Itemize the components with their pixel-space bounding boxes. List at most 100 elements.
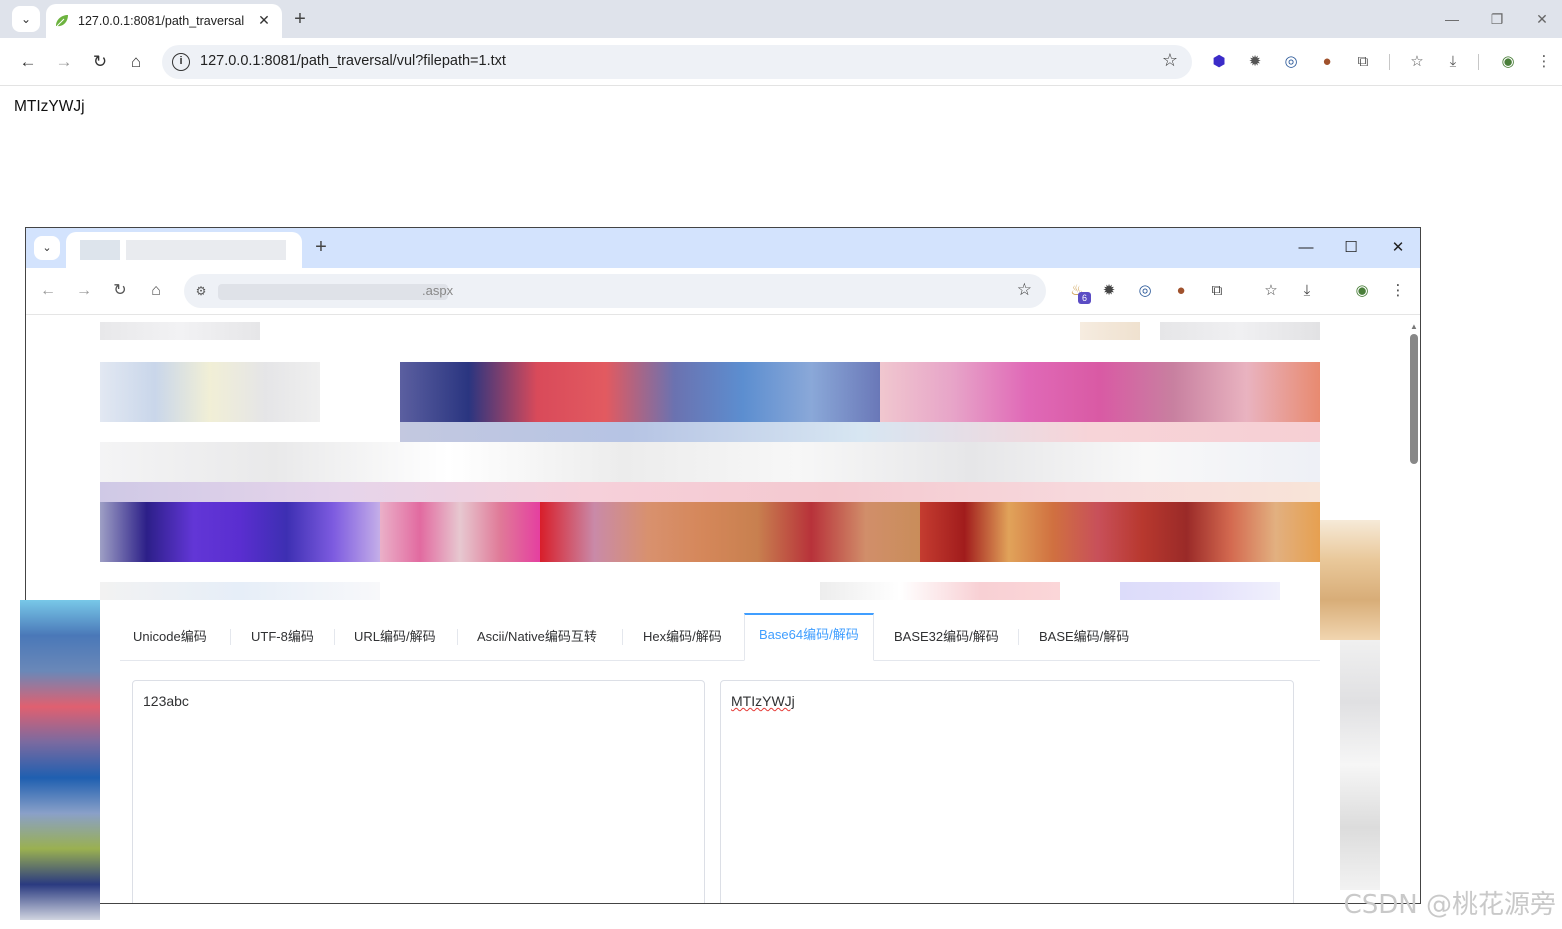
blurred-subnav — [820, 582, 1060, 600]
forward-button[interactable]: → — [73, 280, 95, 302]
tab-unicode[interactable]: Unicode编码 — [133, 613, 207, 661]
reading-list-star-icon[interactable]: ☆ — [1406, 51, 1428, 73]
home-button[interactable]: ⌂ — [124, 50, 148, 74]
blurred-banner-right — [880, 362, 1320, 422]
reload-button[interactable]: ↻ — [88, 50, 112, 74]
back-button[interactable]: ← — [37, 280, 59, 302]
tab-divider — [334, 629, 335, 645]
blurred-banner-strip — [400, 422, 1320, 442]
extension-badge: 6 — [1078, 292, 1091, 304]
blurred-url — [218, 284, 448, 300]
tab-base64[interactable]: Base64编码/解码 — [744, 613, 874, 661]
tab-divider — [1018, 629, 1019, 645]
inner-browser-tab[interactable] — [66, 232, 302, 268]
profile-avatar[interactable]: ◉ — [1497, 51, 1519, 73]
toolbar-separator — [1478, 54, 1479, 70]
inner-toolbar: ← → ↻ ⌂ ⚙ .aspx ☆ ♨ 6 ✹ ◎ ● ⧉ ☆ ⤓ ◉ ⋮ — [26, 268, 1420, 315]
output-text: MTIzYWJj — [731, 693, 795, 709]
blurred-subnav — [1120, 582, 1280, 600]
csdn-watermark: CSDN @桃花源旁 — [1343, 890, 1556, 920]
tab-search-dropdown-icon[interactable]: ⌄ — [12, 6, 40, 32]
extension-hexagon-icon[interactable]: ⬢ — [1208, 51, 1230, 73]
tab-url[interactable]: URL编码/解码 — [354, 613, 436, 661]
extensions-puzzle-icon[interactable]: ⧉ — [1206, 280, 1228, 302]
blurred-promo-purple — [100, 502, 380, 562]
blurred-banner-mid — [400, 362, 880, 422]
site-info-icon[interactable]: i — [172, 53, 190, 71]
forward-button[interactable]: → — [52, 50, 76, 74]
blurred-header-item — [1160, 322, 1320, 340]
tab-ascii-native[interactable]: Ascii/Native编码互转 — [477, 613, 597, 661]
input-textarea[interactable]: 123abc — [132, 680, 705, 903]
scrollbar-thumb[interactable] — [1410, 334, 1418, 464]
close-window-button[interactable]: ✕ — [1386, 237, 1410, 259]
reading-list-star-icon[interactable]: ☆ — [1260, 280, 1282, 302]
download-icon[interactable]: ⤓ — [1442, 51, 1464, 73]
blurred-tab-title — [126, 240, 286, 260]
extension-cup-icon[interactable]: ♨ 6 — [1066, 280, 1091, 304]
page-scrollbar[interactable]: ▲ — [1410, 322, 1418, 902]
page-response-text: MTIzYWJj — [14, 98, 85, 115]
cookie-icon[interactable]: ● — [1316, 51, 1338, 73]
blurred-nav-row — [100, 442, 1320, 482]
scroll-up-arrow-icon[interactable]: ▲ — [1410, 322, 1418, 331]
address-bar[interactable]: i 127.0.0.1:8081/path_traversal/vul?file… — [162, 45, 1192, 79]
back-button[interactable]: ← — [16, 50, 40, 74]
bookmark-star-icon[interactable]: ☆ — [1017, 280, 1032, 300]
tab-utf8[interactable]: UTF-8编码 — [251, 613, 314, 661]
inner-page-content: Unicode编码 UTF-8编码 URL编码/解码 Ascii/Native编… — [26, 316, 1420, 903]
blurred-promo-red — [920, 502, 1320, 562]
address-url-suffix: .aspx — [422, 283, 454, 298]
extension-circle-icon[interactable]: ◎ — [1134, 280, 1156, 302]
blurred-banner-left — [100, 362, 320, 422]
tab-base32[interactable]: BASE32编码/解码 — [894, 613, 999, 661]
blurred-side-right-lower — [1340, 640, 1380, 890]
tab-base[interactable]: BASE编码/解码 — [1039, 613, 1129, 661]
blurred-header-item — [1080, 322, 1140, 340]
tab-divider — [457, 629, 458, 645]
input-text: 123abc — [143, 693, 189, 709]
maximize-button[interactable]: ☐ — [1339, 237, 1363, 259]
output-textarea[interactable]: MTIzYWJj — [720, 680, 1294, 903]
extensions-puzzle-icon[interactable]: ⧉ — [1352, 51, 1374, 73]
download-icon[interactable]: ⤓ — [1296, 280, 1318, 302]
blurred-side-right — [1320, 520, 1380, 640]
profile-avatar[interactable]: ◉ — [1351, 280, 1373, 302]
restore-button[interactable]: ❐ — [1485, 8, 1509, 30]
blurred-divider-strip — [100, 482, 1320, 502]
extension-circle-icon[interactable]: ◎ — [1280, 51, 1302, 73]
minimize-button[interactable]: — — [1294, 237, 1318, 259]
site-settings-icon[interactable]: ⚙ — [190, 280, 212, 302]
cookie-icon[interactable]: ● — [1170, 280, 1192, 302]
inner-tabstrip: ⌄ + — ☐ ✕ — [26, 228, 1420, 268]
encoding-tabs: Unicode编码 UTF-8编码 URL编码/解码 Ascii/Native编… — [120, 613, 1320, 661]
tab-search-dropdown-icon[interactable]: ⌄ — [34, 236, 60, 260]
tab-title: 127.0.0.1:8081/path_traversal — [78, 14, 245, 28]
blurred-promo-orange — [540, 502, 920, 562]
address-bar[interactable]: ⚙ .aspx ☆ — [184, 274, 1046, 308]
tab-close-icon[interactable]: ✕ — [256, 12, 272, 29]
minimize-button[interactable]: — — [1440, 8, 1464, 30]
outer-tabstrip: ⌄ 127.0.0.1:8081/path_traversal ✕ + — ❐ … — [0, 0, 1562, 38]
blurred-subnav — [100, 582, 380, 600]
toolbar-separator — [1389, 54, 1390, 70]
bookmark-star-icon[interactable]: ☆ — [1162, 50, 1178, 71]
browser-tab-active[interactable]: 127.0.0.1:8081/path_traversal ✕ — [46, 4, 282, 38]
home-button[interactable]: ⌂ — [145, 280, 167, 302]
extension-bug-icon[interactable]: ✹ — [1098, 280, 1120, 302]
close-window-button[interactable]: ✕ — [1530, 8, 1554, 30]
spring-leaf-icon — [56, 15, 68, 27]
tab-hex[interactable]: Hex编码/解码 — [643, 613, 722, 661]
menu-kebab-icon[interactable]: ⋮ — [1533, 51, 1555, 73]
blurred-side-left — [20, 600, 100, 920]
reload-button[interactable]: ↻ — [109, 280, 131, 302]
address-url[interactable]: 127.0.0.1:8081/path_traversal/vul?filepa… — [200, 53, 506, 69]
blurred-promo-pink — [380, 502, 540, 562]
blurred-logo — [100, 322, 260, 340]
extension-bug-icon[interactable]: ✹ — [1244, 51, 1266, 73]
new-tab-button[interactable]: + — [288, 7, 312, 31]
tab-divider — [622, 629, 623, 645]
new-tab-button[interactable]: + — [310, 236, 332, 259]
tab-divider — [230, 629, 231, 645]
menu-kebab-icon[interactable]: ⋮ — [1387, 280, 1409, 302]
